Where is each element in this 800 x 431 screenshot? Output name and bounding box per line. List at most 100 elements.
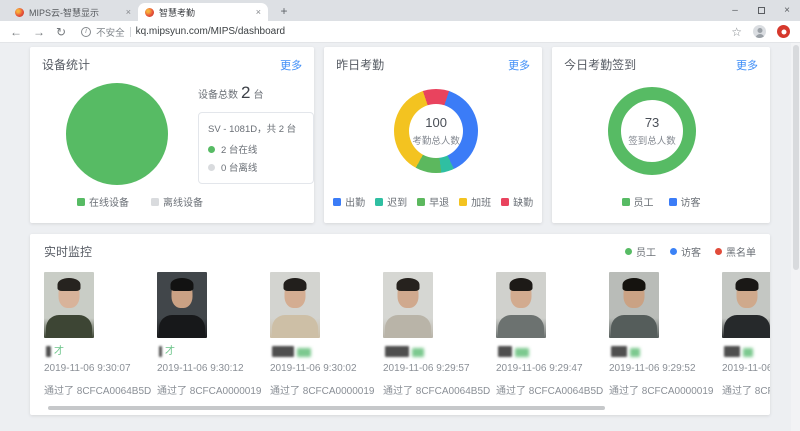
- more-link[interactable]: 更多: [508, 57, 530, 73]
- donut-center-text: 100 考勤总人数: [394, 115, 478, 147]
- attendance-donut-chart: 100 考勤总人数: [394, 89, 478, 173]
- status-label: 2 台在线: [221, 142, 257, 156]
- legend-item[interactable]: 加班: [459, 194, 491, 209]
- bookmark-star-icon[interactable]: ☆: [731, 25, 742, 39]
- name-redaction-blur-green: [743, 348, 753, 357]
- legend-item[interactable]: 黑名单: [715, 244, 756, 259]
- back-button[interactable]: ←: [10, 26, 22, 38]
- panel-realtime-monitor: 实时监控 员工 访客 黑名单 才 2019-11-06 9:30:07 通过了 8C…: [30, 234, 770, 415]
- person-name: [609, 344, 709, 357]
- legend-item[interactable]: 员工: [625, 244, 656, 259]
- tab-mips-display[interactable]: MIPS云-智慧显示 ×: [8, 3, 138, 21]
- device-legend: 在线设备 离线设备: [30, 194, 250, 209]
- info-icon[interactable]: i: [81, 27, 91, 37]
- legend-item[interactable]: 访客: [670, 244, 701, 259]
- photo-hair: [397, 278, 420, 291]
- attendance-total-value: 100: [394, 115, 478, 130]
- signin-total-value: 73: [608, 115, 696, 130]
- panel-header: 昨日考勤 更多: [324, 47, 542, 75]
- device-total-label: 设备总数: [198, 90, 238, 101]
- legend-item[interactable]: 缺勤: [501, 194, 533, 209]
- legend-item[interactable]: 访客: [669, 194, 701, 209]
- signin-total-label: 签到总人数: [608, 133, 696, 147]
- extension-badge-icon[interactable]: [777, 25, 790, 38]
- person-photo: [609, 272, 659, 338]
- more-link[interactable]: 更多: [280, 57, 302, 73]
- legend-item[interactable]: 早退: [417, 194, 449, 209]
- photo-shoulders: [498, 315, 544, 338]
- profile-avatar-icon[interactable]: [753, 25, 766, 38]
- close-button[interactable]: ×: [774, 0, 800, 21]
- name-redaction-blur: [46, 346, 51, 357]
- new-tab-button[interactable]: +: [276, 4, 292, 18]
- photo-shoulders: [46, 315, 92, 338]
- person-name: 才: [157, 344, 257, 357]
- tab-title: MIPS云-智慧显示: [29, 6, 122, 19]
- legend-label: 黑名单: [726, 244, 756, 259]
- vertical-scrollbar-track[interactable]: [791, 43, 800, 431]
- address-bar[interactable]: i 不安全 kq.mipsyun.com/MIPS/dashboard: [81, 25, 285, 39]
- person-photo: [157, 272, 207, 338]
- maximize-button[interactable]: [748, 0, 774, 21]
- legend-label: 访客: [681, 244, 701, 259]
- photo-shoulders: [159, 315, 205, 338]
- photo-shoulders: [385, 315, 431, 338]
- person-photo: [496, 272, 546, 338]
- panel-title: 实时监控: [44, 243, 92, 260]
- name-redaction-blur: [498, 346, 512, 357]
- site-favicon: [145, 8, 154, 17]
- browser-toolbar: ← → ↻ i 不安全 kq.mipsyun.com/MIPS/dashboar…: [0, 21, 800, 43]
- more-link[interactable]: 更多: [736, 57, 758, 73]
- panel-today-signin: 今日考勤签到 更多 73 签到总人数 员工访客: [552, 47, 770, 223]
- legend-label: 员工: [634, 194, 654, 209]
- name-redaction-blur-green: [412, 348, 424, 357]
- capture-timestamp: 2019-11-06 9:29:52: [609, 363, 709, 374]
- tab-smart-attendance[interactable]: 智慧考勤 ×: [138, 3, 268, 21]
- status-dot-icon: [208, 164, 215, 171]
- status-label: 0 台离线: [221, 160, 257, 174]
- legend-item[interactable]: 离线设备: [151, 194, 203, 209]
- browser-window: MIPS云-智慧显示 × 智慧考勤 × + – × ← → ↻ i 不安全 kq…: [0, 0, 800, 431]
- ring-center-text: 73 签到总人数: [608, 115, 696, 147]
- legend-item[interactable]: 迟到: [375, 194, 407, 209]
- person-photo: [270, 272, 320, 338]
- legend-swatch: [375, 198, 383, 206]
- person-name: 才: [44, 344, 144, 357]
- forward-button[interactable]: →: [33, 26, 45, 38]
- photo-hair: [58, 278, 81, 291]
- legend-item[interactable]: 出勤: [333, 194, 365, 209]
- vertical-scrollbar-thumb[interactable]: [793, 45, 799, 270]
- legend-item[interactable]: 在线设备: [77, 194, 129, 209]
- tab-close-icon[interactable]: ×: [256, 7, 261, 17]
- panel-title: 设备统计: [42, 56, 90, 73]
- panel-title: 今日考勤签到: [564, 56, 636, 73]
- photo-shoulders: [724, 315, 770, 338]
- panel-header: 设备统计 更多: [30, 47, 314, 75]
- legend-item[interactable]: 员工: [622, 194, 654, 209]
- pass-device-text: 通过了 8CFCA0064B5D: [496, 382, 596, 397]
- address-divider: [130, 27, 131, 37]
- site-favicon: [15, 8, 24, 17]
- legend-swatch: [669, 198, 677, 206]
- photo-hair: [284, 278, 307, 291]
- capture-timestamp: 2019-11-06 9:29:47: [496, 363, 596, 374]
- tab-close-icon[interactable]: ×: [126, 7, 131, 17]
- device-total: 设备总数2台: [198, 83, 314, 103]
- legend-label: 早退: [429, 194, 449, 209]
- capture-card: 2019-11-06 9:29:47 通过了 8CFCA0064B5D: [496, 272, 596, 397]
- photo-hair: [510, 278, 533, 291]
- device-status-row: 2 台在线: [208, 142, 304, 156]
- reload-button[interactable]: ↻: [56, 26, 66, 38]
- horizontal-scrollbar[interactable]: [48, 406, 605, 410]
- device-summary: 设备总数2台 SV - 1081D，共 2 台 2 台在线0 台离线: [198, 83, 314, 184]
- capture-card: 2019-11-06 9:29:52 通过了 8CFCA0000019: [609, 272, 709, 397]
- minimize-button[interactable]: –: [722, 0, 748, 21]
- legend-swatch: [333, 198, 341, 206]
- person-name-text: 才: [165, 346, 175, 357]
- capture-card-list: 才 2019-11-06 9:30:07 通过了 8CFCA0064B5D 才 …: [30, 262, 770, 397]
- person-name: [383, 344, 483, 357]
- capture-timestamp: 2019-11-06 9:29:57: [383, 363, 483, 374]
- tab-bar: MIPS云-智慧显示 × 智慧考勤 × + – ×: [0, 0, 800, 21]
- capture-card: 2019-11-06 9:30:02 通过了 8CFCA0000019: [270, 272, 370, 397]
- pass-device-text: 通过了 8CFCA0000019: [609, 382, 709, 397]
